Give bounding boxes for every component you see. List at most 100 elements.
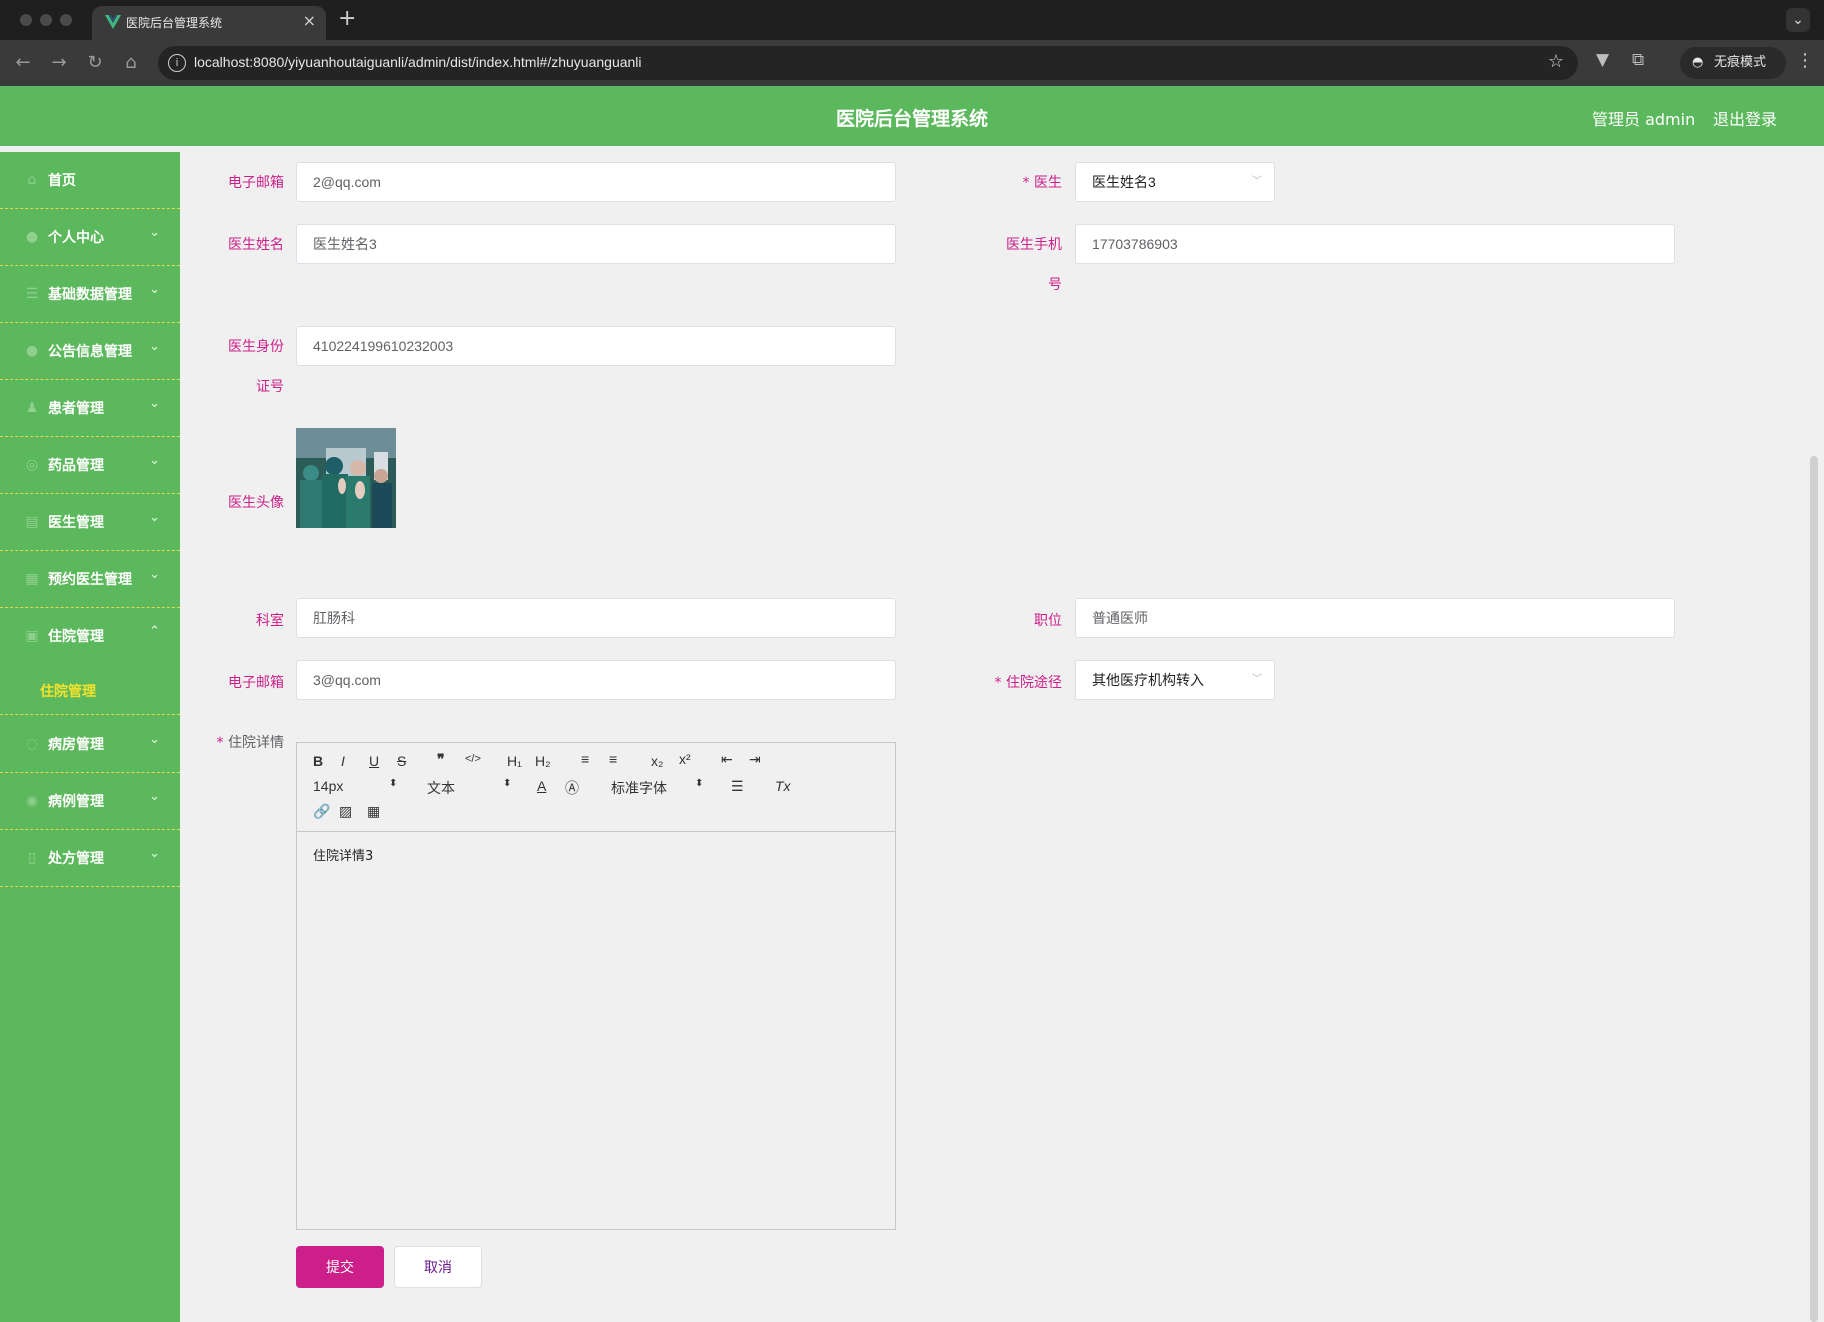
forward-icon[interactable]: → [46,50,72,76]
chevron-up-icon: ⌃ [149,624,160,639]
sidebar-item-label: 药品管理 [48,458,104,474]
home-button-icon[interactable]: ⌂ [118,50,144,76]
header2-icon[interactable]: H₂ [535,753,551,769]
department-input[interactable]: 肛肠科 [296,598,896,638]
bullet-list-icon[interactable]: ≡ [609,751,617,767]
sidebar-item-label: 处方管理 [48,851,104,867]
doctor-name-input[interactable]: 医生姓名3 [296,224,896,264]
new-tab-icon[interactable]: + [338,6,356,31]
sidebar-item-cases[interactable]: ◉ 病例管理 ⌄ [0,773,180,830]
chevron-down-icon: ⌄ [149,225,160,240]
site-info-icon[interactable]: i [168,54,186,72]
header-select[interactable]: 文本 [427,778,455,798]
sidebar-item-label: 住院管理 [48,629,104,645]
vue-devtools-extension-icon[interactable]: ▼ [1596,50,1609,70]
font-family-select[interactable]: 标准字体 [611,778,667,798]
position-input[interactable]: 普通医师 [1075,598,1675,638]
bold-icon[interactable]: B [313,753,323,769]
underline-icon[interactable]: U [369,753,379,769]
back-icon[interactable]: ← [10,50,36,76]
superscript-icon[interactable]: x² [679,751,691,767]
italic-icon[interactable]: I [341,753,345,769]
list-icon: ☰ [25,286,39,302]
submit-button[interactable]: 提交 [296,1246,384,1288]
chevron-down-icon: ⌄ [149,846,160,861]
prescription-icon: ▯ [28,850,36,866]
email2-label: 电子邮箱 [228,675,284,691]
doctor-avatar-label: 医生头像 [228,495,284,511]
sidebar-item-doctors[interactable]: ▤ 医生管理 ⌄ [0,494,180,551]
submenu-item-hospitalization[interactable]: 住院管理 [0,665,180,715]
indent-icon[interactable]: ⇥ [749,751,761,768]
sidebar-item-notices[interactable]: ● 公告信息管理 ⌄ [0,323,180,380]
sidebar-item-prescriptions[interactable]: ▯ 处方管理 ⌄ [0,830,180,887]
ordered-list-icon[interactable]: ≡ [581,751,589,767]
home-icon: ⌂ [27,172,37,188]
clean-format-icon[interactable]: Tx [775,778,791,794]
outdent-icon[interactable]: ⇤ [721,751,733,768]
chevron-down-icon: ⌄ [149,453,160,468]
window-zoom-control[interactable] [60,14,72,26]
link-icon[interactable]: 🔗 [313,803,330,820]
page-title: 医院后台管理系统 [835,108,988,130]
sidebar-item-hospitalization[interactable]: ▣ 住院管理 ⌃ [0,608,180,665]
sidebar-item-appointments[interactable]: ▦ 预约医生管理 ⌄ [0,551,180,608]
browser-menu-icon[interactable]: ⋮ [1796,50,1814,71]
cancel-button[interactable]: 取消 [394,1246,482,1288]
vue-logo-icon [105,15,121,29]
chevron-down-icon: ⌄ [149,510,160,525]
doctor-id-input[interactable]: 410224199610232003 [296,326,896,366]
video-icon[interactable]: ▦ [367,803,380,820]
required-mark: * [1022,175,1030,191]
sidebar: ⌂ 首页 ● 个人中心 ⌄ ☰ 基础数据管理 ⌄ ● 公告信息管理 ⌄ ♟ 患者… [0,152,180,1322]
blockquote-icon[interactable]: ❞ [437,751,445,768]
admission-route-select[interactable]: 其他医疗机构转入 ﹀ [1075,660,1275,700]
chevron-down-icon: ⌄ [149,339,160,354]
tab-search-chevron-icon[interactable]: ⌄ [1786,8,1810,32]
extensions-puzzle-icon[interactable]: ⧉ [1632,50,1644,70]
page-scrollbar[interactable] [1810,456,1818,1322]
window-close-control[interactable] [20,14,32,26]
bookmark-star-icon[interactable]: ☆ [1548,51,1564,72]
sidebar-item-basic-data[interactable]: ☰ 基础数据管理 ⌄ [0,266,180,323]
align-icon[interactable]: ☰ [731,778,744,795]
sidebar-item-wards[interactable]: ◌ 病房管理 ⌄ [0,716,180,773]
doctor-label-text: 医生 [1034,175,1062,191]
updown-icon: ⬍ [695,778,704,789]
browser-tab[interactable]: 医院后台管理系统 × [92,6,326,40]
bed-icon: ▣ [25,628,39,644]
url-text[interactable]: localhost:8080/yiyuanhoutaiguanli/admin/… [194,54,642,70]
sidebar-item-medicine[interactable]: ◎ 药品管理 ⌄ [0,437,180,494]
editor-content[interactable]: 住院详情3 [313,845,373,864]
font-size-select[interactable]: 14px [313,778,343,794]
subscript-icon[interactable]: x₂ [651,753,663,769]
sidebar-item-home[interactable]: ⌂ 首页 [0,152,180,209]
sidebar-item-label: 个人中心 [48,230,104,246]
code-block-icon[interactable]: </> [465,753,481,765]
window-minimize-control[interactable] [40,14,52,26]
surgeons-photo [296,428,396,528]
doctor-label: * 医生 [980,172,1062,192]
strike-icon[interactable]: S [397,753,406,769]
sidebar-item-patients[interactable]: ♟ 患者管理 ⌄ [0,380,180,437]
doctor-select-value: 医生姓名3 [1092,174,1156,190]
tab-close-icon[interactable]: × [303,11,316,30]
doctor-phone-input[interactable]: 17703786903 [1075,224,1675,264]
background-color-icon[interactable]: Ⓐ [565,778,579,798]
image-icon[interactable]: ▨ [339,803,352,820]
case-icon: ◉ [25,793,39,809]
reload-icon[interactable]: ↻ [82,50,108,76]
required-mark: * [994,675,1002,691]
text-color-icon[interactable]: A [537,778,546,794]
logout-link[interactable]: 退出登录 [1713,106,1777,130]
rich-text-editor[interactable]: B I U S ❞ </> H₁ H₂ ≡ ≡ x₂ x² ⇤ ⇥ 14px ⬍… [296,742,896,1230]
sidebar-item-personal-center[interactable]: ● 个人中心 ⌄ [0,209,180,266]
header1-icon[interactable]: H₁ [507,753,522,769]
email1-input[interactable]: 2@qq.com [296,162,896,202]
doctor-select[interactable]: 医生姓名3 ﹀ [1075,162,1275,202]
email2-input[interactable]: 3@qq.com [296,660,896,700]
doctor-avatar-image[interactable] [296,428,396,528]
address-bar[interactable]: i localhost:8080/yiyuanhoutaiguanli/admi… [158,46,1578,80]
current-user: 管理员 admin [1592,110,1696,129]
incognito-indicator[interactable]: ◓ 无痕模式 [1680,47,1786,79]
